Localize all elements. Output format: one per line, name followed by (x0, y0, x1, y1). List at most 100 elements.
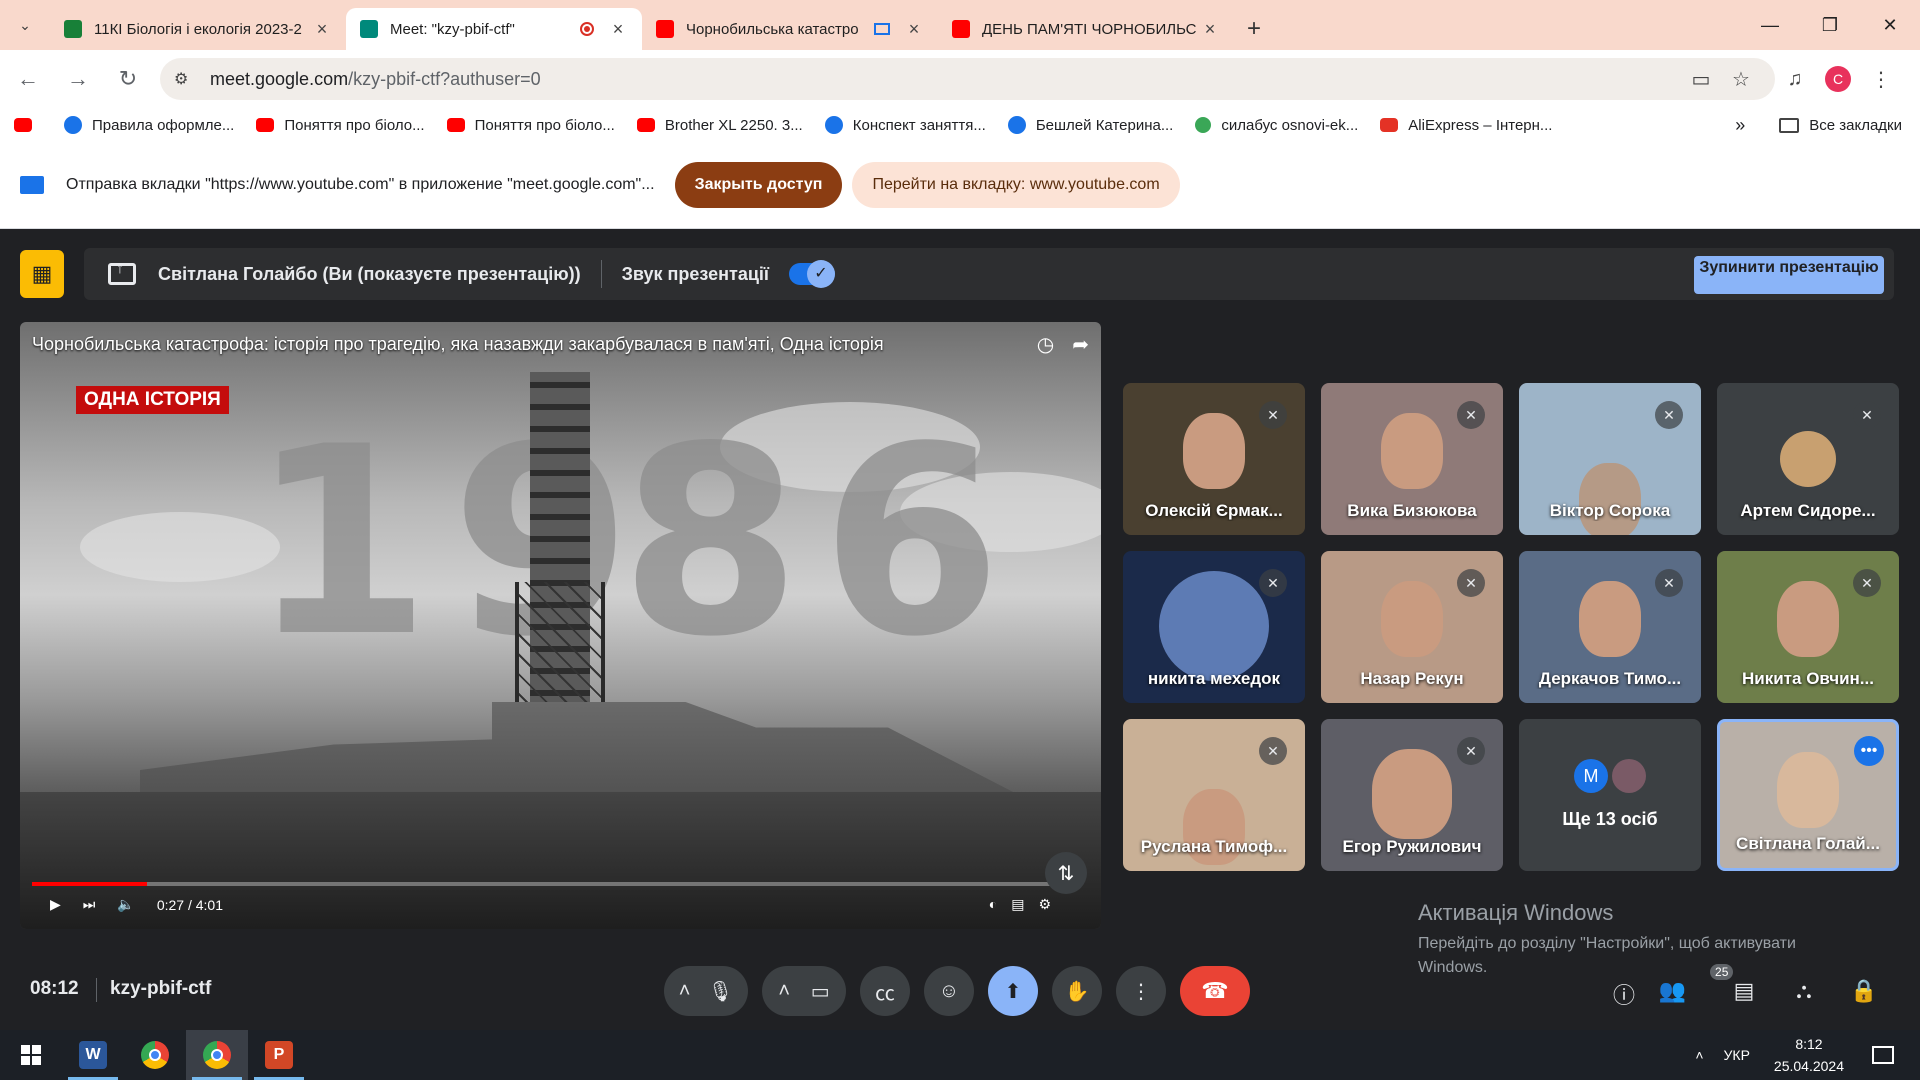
present-screen-icon[interactable]: ⬆ (988, 966, 1038, 1016)
autoplay-toggle-icon[interactable]: ◐ (989, 896, 997, 913)
chat-icon[interactable]: ▤ (1714, 978, 1774, 1010)
profile-avatar[interactable]: C (1825, 66, 1851, 92)
camera-control[interactable]: ˄ ▭ (762, 966, 846, 1016)
next-icon[interactable]: ⏭ (83, 896, 96, 913)
start-button[interactable] (0, 1030, 62, 1080)
bookmark-item[interactable]: AliExpress – Інтерн... (1380, 117, 1552, 134)
participant-tile[interactable]: ✕ Руслана Тимоф... (1123, 719, 1305, 871)
more-options-icon[interactable]: ⋮ (1116, 966, 1166, 1016)
close-icon[interactable]: × (608, 19, 628, 40)
audio-toggle[interactable] (788, 260, 835, 288)
bookmark-item[interactable]: Правила оформле... (64, 116, 234, 134)
taskbar-chrome-profile[interactable] (186, 1030, 248, 1080)
host-controls-icon[interactable]: 🔒 (1834, 978, 1894, 1010)
end-call-icon[interactable]: ☎ (1180, 966, 1250, 1016)
microphone-control[interactable]: ˄ 🎙 (664, 966, 748, 1016)
recording-icon (580, 22, 594, 36)
participant-tile[interactable]: ✕ Деркачов Тимо... (1519, 551, 1701, 703)
close-icon[interactable]: × (904, 19, 924, 40)
raise-hand-icon[interactable]: ✋ (1052, 966, 1102, 1016)
participant-tile[interactable]: ✕ Вика Бизюкова (1321, 383, 1503, 535)
more-options-icon[interactable]: ••• (1854, 736, 1884, 766)
close-icon[interactable]: × (312, 19, 332, 40)
close-icon[interactable]: × (1200, 19, 1220, 40)
activities-icon[interactable]: ⛬ (1774, 978, 1834, 1010)
info-icon[interactable]: ⓘ (1594, 978, 1654, 1010)
settings-icon[interactable]: ⚙ (1038, 896, 1051, 913)
participant-tile[interactable]: ✕ Никита Овчин... (1717, 551, 1899, 703)
chevron-up-icon[interactable]: ˄ (679, 980, 691, 1003)
bookmark-item[interactable]: силабус osnovi-ek... (1195, 117, 1358, 134)
participant-tile[interactable]: ✕ никита мехедок (1123, 551, 1305, 703)
subtitles-icon[interactable]: ▤ (1011, 896, 1024, 913)
camera-icon[interactable]: ▭ (811, 979, 830, 1004)
others-tile[interactable]: M Ще 13 осіб (1519, 719, 1701, 871)
emoji-icon[interactable]: ☺ (924, 966, 974, 1016)
bookmark-item[interactable]: Поняття про біоло... (256, 117, 425, 134)
reload-icon[interactable]: ↻ (106, 57, 150, 101)
taskbar-chrome[interactable] (124, 1030, 186, 1080)
star-icon[interactable]: ☆ (1721, 67, 1761, 92)
address-bar[interactable]: ⚙ meet.google.com/kzy-pbif-ctf?authuser=… (160, 58, 1775, 100)
language-indicator[interactable]: УКР (1724, 1047, 1750, 1063)
self-tile[interactable]: ••• Світлана Голай... (1717, 719, 1899, 871)
play-icon[interactable]: ▶ (50, 896, 61, 913)
camera-icon[interactable]: ▭ (1681, 67, 1721, 92)
swap-layout-icon[interactable]: ⇅ (1045, 852, 1087, 894)
chevron-up-icon[interactable]: ˄ (778, 980, 790, 1003)
chevron-right-icon[interactable]: » (1735, 115, 1745, 136)
shared-video[interactable]: 19 86 Чорнобильська катастрофа: історія … (20, 322, 1101, 929)
back-arrow-icon[interactable]: ← (6, 57, 50, 101)
taskbar-powerpoint[interactable]: P (248, 1030, 310, 1080)
presentation-off-icon[interactable]: ▦ (20, 250, 64, 298)
go-to-tab-button[interactable]: Перейти на вкладку: www.youtube.com (852, 162, 1180, 208)
tab-youtube-memory-day[interactable]: ДЕНЬ ПАМ'ЯТІ ЧОРНОБИЛЬС × (938, 8, 1234, 50)
captions-icon[interactable]: ㏄ (860, 966, 910, 1016)
video-progress[interactable] (32, 882, 1061, 886)
bookmark-item[interactable]: Поняття про біоло... (446, 117, 615, 134)
tab-youtube-chernobyl[interactable]: Чорнобильська катастро × (642, 8, 938, 50)
people-icon[interactable]: 👥25 (1654, 964, 1734, 1010)
media-control-icon[interactable]: ♫ (1775, 68, 1815, 91)
cast-icon (20, 176, 44, 194)
bookmark-item[interactable] (14, 118, 42, 132)
participant-tile[interactable]: ✕ Назар Рекун (1321, 551, 1503, 703)
tab-meet[interactable]: Meet: "kzy-pbif-ctf" × (346, 8, 642, 50)
bookmark-item[interactable]: Бешлей Катерина... (1007, 116, 1173, 134)
url-path: /kzy-pbif-ctf?authuser=0 (348, 68, 541, 89)
participant-tile[interactable]: ✕ Артем Сидоре... (1717, 383, 1899, 535)
restore-icon[interactable]: ❐ (1800, 0, 1860, 50)
clock-date[interactable]: 8:12 25.04.2024 (1774, 1033, 1844, 1077)
tab-classroom[interactable]: 11КІ Біологія і екологія 2023-2 × (50, 8, 346, 50)
bookmark-item[interactable]: Конспект заняття... (824, 116, 986, 134)
bookmarks-bar: Правила оформле... Поняття про біоло... … (0, 108, 1920, 142)
microphone-icon[interactable]: 🎙 (708, 979, 733, 1004)
tab-search-button[interactable]: ⌄ (0, 0, 50, 50)
new-tab-button[interactable]: + (1234, 8, 1274, 50)
chevron-up-icon[interactable]: ˄ (1695, 1047, 1703, 1063)
clock-icon[interactable]: ◷ (1037, 332, 1054, 357)
notification-icon[interactable] (1872, 1046, 1894, 1064)
volume-icon[interactable]: 🔈 (117, 896, 134, 913)
close-window-icon[interactable]: ✕ (1860, 0, 1920, 50)
participant-tile[interactable]: ✕ Егор Ружилович (1321, 719, 1503, 871)
participant-tile[interactable]: ✕ Віктор Сорока (1519, 383, 1701, 535)
tab-shared-icon (874, 23, 890, 35)
window-controls: — ❐ ✕ (1740, 0, 1920, 50)
site-info-icon[interactable]: ⚙ (174, 69, 200, 89)
close-access-button[interactable]: Закрыть доступ (674, 162, 843, 208)
all-bookmarks-button[interactable]: Все закладки (1809, 117, 1902, 134)
participant-tile[interactable]: ✕ Олексій Єрмак... (1123, 383, 1305, 535)
forward-arrow-icon[interactable]: → (56, 57, 100, 101)
url-text[interactable]: meet.google.com/kzy-pbif-ctf?authuser=0 (210, 69, 1681, 90)
minimize-icon[interactable]: — (1740, 0, 1800, 50)
taskbar-word[interactable]: W (62, 1030, 124, 1080)
bookmark-item[interactable]: Brother XL 2250. 3... (636, 117, 803, 134)
avatar: M (1574, 759, 1608, 793)
youtube-icon (446, 118, 465, 132)
stop-presenting-button[interactable]: Зупинити презентацію (1694, 256, 1884, 294)
progress-played (32, 882, 148, 886)
share-icon[interactable]: ➦ (1072, 332, 1089, 357)
bookmark-label: Конспект заняття... (852, 116, 986, 134)
menu-kebab-icon[interactable]: ⋮ (1861, 67, 1901, 92)
